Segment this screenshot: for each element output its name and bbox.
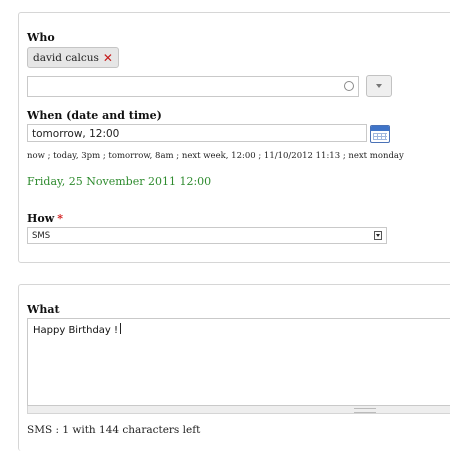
select-arrow-icon[interactable] (374, 231, 382, 240)
when-label: When (date and time) (27, 109, 162, 122)
resize-grip-icon[interactable] (354, 408, 376, 413)
recipient-tag-label: david calcus (33, 51, 99, 64)
chevron-down-icon (376, 84, 382, 88)
required-marker: * (57, 212, 63, 225)
textarea-resize-bar[interactable] (27, 406, 450, 414)
remove-recipient-icon[interactable]: ✕ (103, 49, 113, 67)
calendar-grid (373, 133, 387, 140)
date-examples-hint: now ; today, 3pm ; tomorrow, 8am ; next … (27, 151, 404, 161)
calendar-icon[interactable] (370, 125, 390, 143)
recipient-tag[interactable]: david calcus ✕ (27, 47, 119, 68)
message-textarea[interactable]: Happy Birthday ! (27, 318, 450, 406)
sms-character-counter: SMS : 1 with 144 characters left (27, 424, 201, 436)
recipient-dropdown-button[interactable] (366, 75, 392, 97)
schedule-panel: Who david calcus ✕ When (date and time) … (18, 12, 450, 263)
how-label-text: How (27, 212, 55, 225)
delivery-method-value: SMS (32, 231, 51, 241)
loading-circle-icon (344, 81, 354, 91)
who-label: Who (27, 31, 55, 44)
calendar-header (371, 126, 389, 131)
what-label: What (27, 303, 60, 316)
message-text: Happy Birthday ! (33, 325, 119, 336)
text-caret (120, 323, 122, 334)
how-label: How * (27, 212, 63, 225)
date-time-input[interactable]: tomorrow, 12:00 (27, 124, 367, 142)
parsed-date: Friday, 25 November 2011 12:00 (27, 175, 212, 188)
delivery-method-select[interactable]: SMS (27, 227, 387, 244)
recipient-search-input[interactable] (27, 76, 359, 97)
message-panel: What Happy Birthday ! SMS : 1 with 144 c… (18, 284, 450, 451)
